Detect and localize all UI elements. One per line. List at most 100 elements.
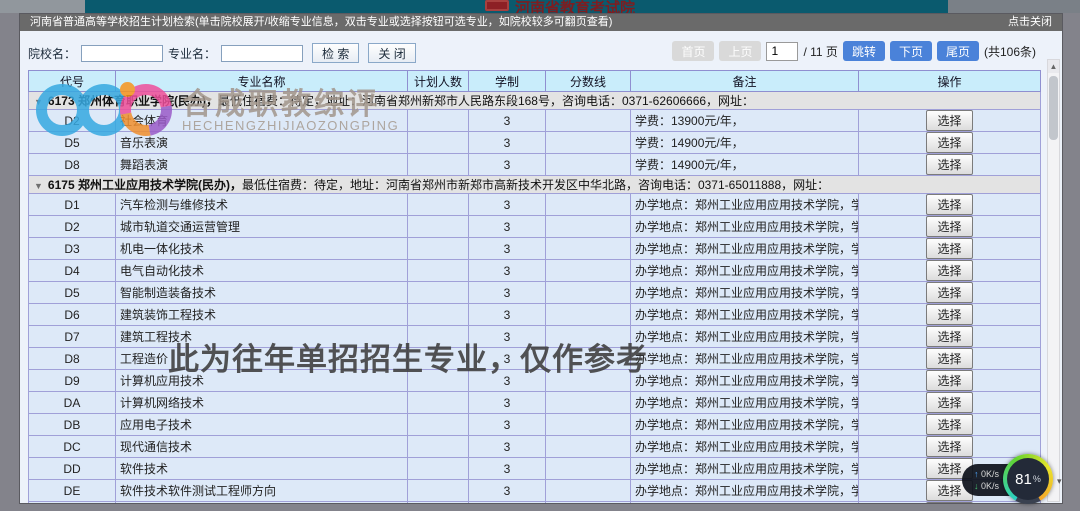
major-row[interactable]: D9计算机应用技术3办学地点：郑州工业应用应用技术学院，学费：13000元/年，… [29,370,1041,392]
major-row[interactable]: DA计算机网络技术3办学地点：郑州工业应用应用技术学院，学费：13000元/年，… [29,392,1041,414]
jump-page-button[interactable]: 跳转 [843,41,885,61]
remark-cell: 办学地点：郑州工业应用应用技术学院，学费：13000元/年， [631,414,859,436]
search-button[interactable]: 检 索 [312,43,359,63]
close-dialog-link[interactable]: 点击关闭 [1008,14,1052,31]
next-page-button[interactable]: 下页 [890,41,932,61]
major-cell: 应用电子技术 [116,414,408,436]
years-cell: 3 [469,326,546,348]
widget-collapse-icon[interactable]: ▾ [1057,476,1062,487]
years-cell: 3 [469,414,546,436]
select-button[interactable]: 选择 [926,304,972,325]
major-cell: 舞蹈表演 [116,154,408,176]
dialog-scrollbar[interactable]: ▲ [1047,59,1060,502]
years-cell: 3 [469,436,546,458]
select-button[interactable]: 选择 [926,260,972,281]
scrollbar-thumb[interactable] [1049,76,1058,140]
site-title: 河南省教育考试院 [515,0,635,13]
select-button[interactable]: 选择 [926,414,972,435]
score-line-cell [546,414,631,436]
select-button[interactable]: 选择 [926,436,972,457]
major-row[interactable]: DE软件技术软件测试工程师方向3办学地点：郑州工业应用应用技术学院，学费：130… [29,480,1041,502]
select-button[interactable]: 选择 [926,326,972,347]
action-cell: 选择 [859,282,1041,304]
top-bar-left-segment [0,0,85,13]
major-cell: 计算机网络技术 [116,392,408,414]
action-cell: 选择 [859,392,1041,414]
major-row[interactable]: D3机电一体化技术3办学地点：郑州工业应用应用技术学院，学费：13000元/年，… [29,238,1041,260]
code-cell: D8 [29,154,116,176]
school-info: 最低住宿费：待定，地址：河南省郑州市新郑市高新技术开发区中华北路，咨询电话：03… [242,178,829,192]
top-bar-right-segment [948,0,1080,13]
plan-search-dialog: 河南省普通高等学校招生计划检索(单击院校展开/收缩专业信息，双击专业或选择按钮可… [20,14,1062,503]
school-group-row[interactable]: ▼6173 郑州体育职业学院(民办)，最低住宿费：待定，地址：河南省郑州新郑市人… [29,92,1041,110]
select-button[interactable]: 选择 [926,216,972,237]
select-button[interactable]: 选择 [926,194,972,215]
major-row[interactable]: DB应用电子技术3办学地点：郑州工业应用应用技术学院，学费：13000元/年，选… [29,414,1041,436]
first-page-button[interactable]: 首页 [672,41,714,61]
major-row[interactable]: D5音乐表演3学费：14900元/年，选择 [29,132,1041,154]
years-cell: 3 [469,132,546,154]
select-button[interactable]: 选择 [926,392,972,413]
action-cell: 选择 [859,304,1041,326]
major-cell: 电气自动化技术 [116,260,408,282]
major-row[interactable]: D7建筑工程技术3办学地点：郑州工业应用应用技术学院，学费：13000元/年，选… [29,326,1041,348]
page-number-input[interactable] [766,42,798,61]
select-button[interactable]: 选择 [926,238,972,259]
prev-page-button[interactable]: 上页 [719,41,761,61]
plan-count-cell [408,304,469,326]
plan-count-cell [408,414,469,436]
select-button[interactable]: 选择 [926,370,972,391]
school-name-input[interactable] [81,45,163,62]
select-button[interactable]: 选择 [926,502,972,503]
major-row[interactable]: D4电气自动化技术3办学地点：郑州工业应用应用技术学院，学费：13000元/年，… [29,260,1041,282]
close-button[interactable]: 关 闭 [368,43,415,63]
major-row[interactable]: DF软件技术网页程序设计方向3办学地点：郑州工业应用应用技术学院，学费：1300… [29,502,1041,504]
major-cell: 城市轨道交通运营管理 [116,216,408,238]
score-gauge[interactable]: 81 % [1003,454,1053,504]
action-cell: 选择 [859,260,1041,282]
major-row[interactable]: D2城市轨道交通运营管理3办学地点：郑州工业应用应用技术学院，学费：13000元… [29,216,1041,238]
major-row[interactable]: D8工程造价3办学地点：郑州工业应用应用技术学院，学费：13000元/年，选择 [29,348,1041,370]
scrollbar-up-arrow-icon[interactable]: ▲ [1048,60,1059,73]
code-cell: D3 [29,238,116,260]
upload-speed: 0K/s [981,469,999,479]
collapse-triangle-icon[interactable]: ▼ [34,181,43,191]
major-row[interactable]: D1汽车检测与维修技术3办学地点：郑州工业应用应用技术学院，学费：13000元/… [29,194,1041,216]
select-button[interactable]: 选择 [926,110,972,131]
major-row[interactable]: DC现代通信技术3办学地点：郑州工业应用应用技术学院，学费：13000元/年，选… [29,436,1041,458]
major-row[interactable]: D5智能制造装备技术3办学地点：郑州工业应用应用技术学院，学费：13000元/年… [29,282,1041,304]
years-cell: 3 [469,194,546,216]
major-name-input[interactable] [221,45,303,62]
remark-cell: 学费：14900元/年， [631,132,859,154]
plan-count-cell [408,238,469,260]
major-row[interactable]: DD软件技术3办学地点：郑州工业应用应用技术学院，学费：13000元/年，选择 [29,458,1041,480]
major-row[interactable]: D2社会体育3学费：13900元/年，选择 [29,110,1041,132]
select-button[interactable]: 选择 [926,282,972,303]
code-cell: D4 [29,260,116,282]
table-header: 代号专业名称计划人数学制分数线备注操作 [29,71,1041,92]
remark-cell: 办学地点：郑州工业应用应用技术学院，学费：13000元/年， [631,436,859,458]
major-row[interactable]: D8舞蹈表演3学费：14900元/年，选择 [29,154,1041,176]
download-speed: 0K/s [981,481,999,491]
select-button[interactable]: 选择 [926,348,972,369]
years-cell: 3 [469,480,546,502]
remark-cell: 办学地点：郑州工业应用应用技术学院，学费：13000元/年， [631,326,859,348]
last-page-button[interactable]: 尾页 [937,41,979,61]
site-logo-icon [485,0,509,11]
select-button[interactable]: 选择 [926,132,972,153]
select-button[interactable]: 选择 [926,154,972,175]
total-records-label: (共106条) [984,43,1036,60]
major-cell: 建筑工程技术 [116,326,408,348]
remark-cell: 办学地点：郑州工业应用应用技术学院，学费：13000元/年， [631,304,859,326]
years-cell: 3 [469,282,546,304]
code-cell: D5 [29,132,116,154]
school-group-row[interactable]: ▼6175 郑州工业应用技术学院(民办)，最低住宿费：待定，地址：河南省郑州市新… [29,176,1041,194]
plan-count-cell [408,436,469,458]
screen: 河南省教育考试院 河南省普通高等学校招生计划检索(单击院校展开/收缩专业信息，双… [0,0,1080,511]
code-cell: DF [29,502,116,504]
collapse-triangle-icon[interactable]: ▼ [34,97,43,107]
column-header: 学制 [469,71,546,92]
remark-cell: 办学地点：郑州工业应用应用技术学院，学费：13000元/年， [631,216,859,238]
dialog-title: 河南省普通高等学校招生计划检索(单击院校展开/收缩专业信息，双击专业或选择按钮可… [30,14,612,31]
major-row[interactable]: D6建筑装饰工程技术3办学地点：郑州工业应用应用技术学院，学费：13000元/年… [29,304,1041,326]
